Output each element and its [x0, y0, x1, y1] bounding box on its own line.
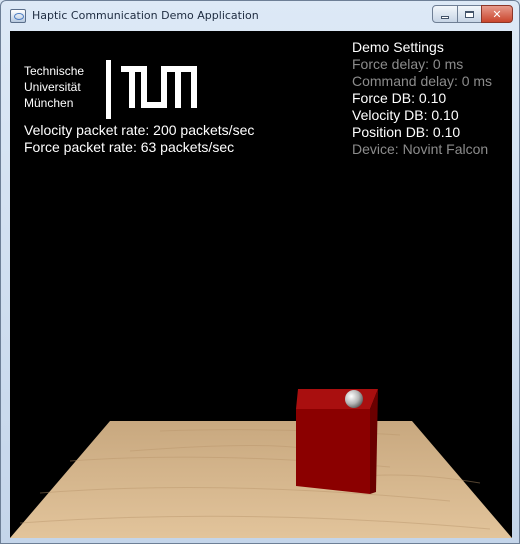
setting-device: Device: Novint Falcon	[352, 141, 489, 157]
setting-force-db: Force DB: 0.10	[352, 90, 447, 106]
velocity-packet-rate: Velocity packet rate: 200 packets/sec	[24, 122, 255, 138]
minimize-icon	[441, 15, 449, 19]
minimize-button[interactable]	[432, 5, 458, 23]
force-packet-rate: Force packet rate: 63 packets/sec	[24, 139, 235, 155]
title-bar[interactable]: Haptic Communication Demo Application ✕	[1, 1, 519, 31]
cube-top-face	[296, 389, 378, 409]
setting-force-delay: Force delay: 0 ms	[352, 56, 464, 72]
tum-logo: Technische Universität München	[24, 60, 200, 119]
demo-settings-panel: Demo Settings Force delay: 0 ms Command …	[352, 39, 492, 158]
3d-viewport[interactable]: Technische Universität München Velocity …	[10, 31, 512, 538]
app-icon[interactable]	[10, 9, 26, 23]
maximize-icon	[465, 10, 474, 18]
haptic-probe-ball	[345, 390, 363, 408]
close-button[interactable]: ✕	[481, 5, 513, 23]
logo-divider	[106, 60, 111, 119]
logo-line-3: München	[24, 96, 74, 110]
window-title: Haptic Communication Demo Application	[32, 9, 259, 22]
maximize-button[interactable]	[457, 5, 482, 23]
settings-heading: Demo Settings	[352, 39, 444, 55]
close-icon: ✕	[492, 7, 502, 21]
setting-velocity-db: Velocity DB: 0.10	[352, 107, 459, 123]
setting-position-db: Position DB: 0.10	[352, 124, 461, 140]
logo-line-2: Universität	[24, 80, 81, 94]
logo-line-1: Technische	[24, 64, 85, 78]
app-window: Haptic Communication Demo Application ✕	[0, 0, 520, 544]
tum-wordmark-logo	[121, 66, 197, 108]
cube-front-face	[296, 409, 370, 494]
setting-command-delay: Command delay: 0 ms	[352, 73, 493, 89]
floor-plane	[10, 421, 512, 538]
